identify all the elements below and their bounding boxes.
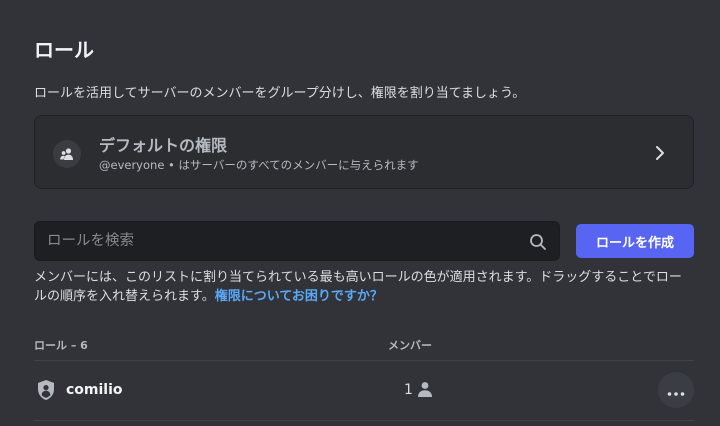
role-info-text: メンバーには、このリストに割り当てられている最も高いロールの色が適用されます。ド… <box>34 268 694 306</box>
more-options-button[interactable] <box>658 372 694 408</box>
roles-column-header: ロール – 6 <box>34 339 88 352</box>
search-icon <box>529 233 547 251</box>
more-horizontal-icon <box>667 381 685 400</box>
members-column-header: メンバー <box>388 339 432 352</box>
role-search-input[interactable] <box>35 222 559 260</box>
people-icon <box>53 140 81 168</box>
page-subtitle: ロールを活用してサーバーのメンバーをグループ分けし、権限を割り当てましょう。 <box>34 86 526 101</box>
header-divider <box>34 360 694 361</box>
permissions-help-link[interactable]: 権限についてお困りですか？ <box>215 289 383 304</box>
page-title: ロール <box>34 38 94 62</box>
person-icon <box>416 380 434 398</box>
shield-icon <box>36 379 56 401</box>
roles-settings-page: ロール ロールを活用してサーバーのメンバーをグループ分けし、権限を割り当てましょ… <box>0 0 720 426</box>
table-row[interactable]: comilio 1 <box>34 366 694 416</box>
default-permissions-card[interactable]: デフォルトの権限 @everyone • はサーバーのすべてのメンバーに与えられ… <box>34 115 694 189</box>
default-permissions-description: @everyone • はサーバーのすべてのメンバーに与えられます <box>99 158 419 172</box>
chevron-right-icon <box>653 144 667 162</box>
role-search-box <box>34 221 560 261</box>
default-permissions-title: デフォルトの権限 <box>99 136 228 155</box>
role-name: comilio <box>66 382 123 398</box>
row-divider <box>34 420 694 421</box>
member-count: 1 <box>404 382 413 398</box>
create-role-button[interactable]: ロールを作成 <box>576 224 694 258</box>
